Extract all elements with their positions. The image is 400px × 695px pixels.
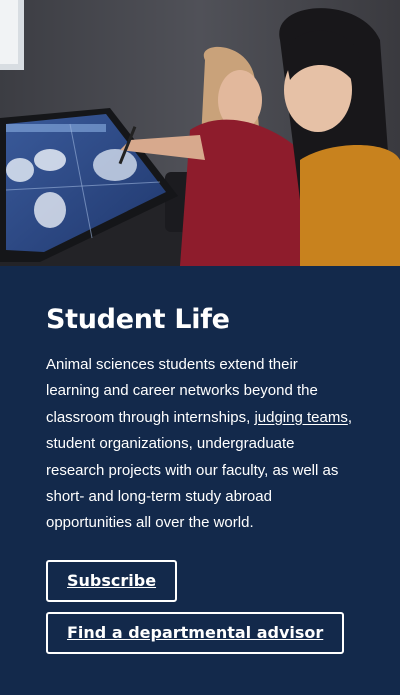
- section-title: Student Life: [46, 304, 230, 335]
- section-description: Animal sciences students extend their le…: [46, 352, 354, 537]
- student-life-card: Student Life Animal sciences students ex…: [0, 0, 400, 695]
- student-life-content: Student Life Animal sciences students ex…: [46, 266, 366, 654]
- find-advisor-button[interactable]: Find a departmental advisor: [46, 612, 345, 654]
- description-text-end: , student organizations, undergraduate r…: [46, 408, 353, 532]
- students-lab-photo: [0, 0, 400, 266]
- subscribe-button[interactable]: Subscribe: [46, 560, 178, 602]
- judging-teams-link[interactable]: judging teams: [254, 409, 347, 426]
